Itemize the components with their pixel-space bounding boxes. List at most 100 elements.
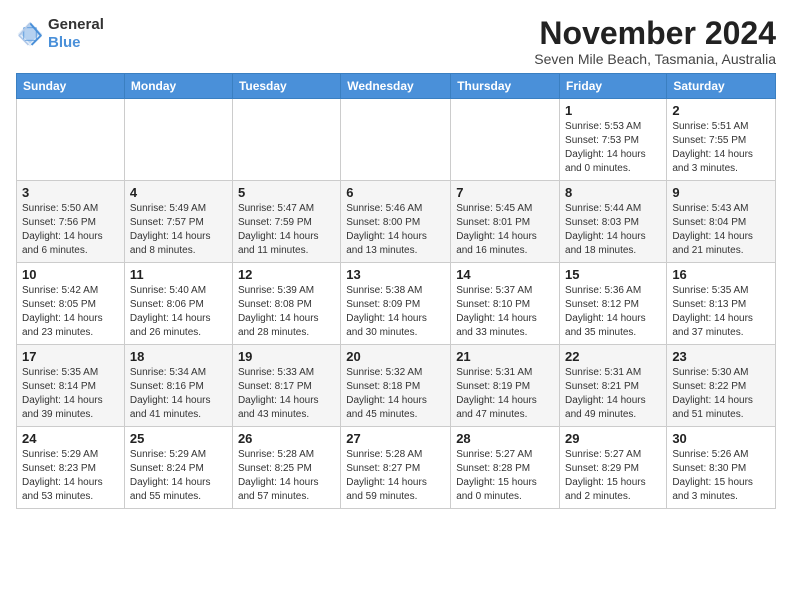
calendar-cell: 4 Sunrise: 5:49 AM Sunset: 7:57 PM Daylig… — [124, 181, 232, 263]
day-number: 21 — [456, 349, 554, 364]
calendar-cell: 26 Sunrise: 5:28 AM Sunset: 8:25 PM Dayli… — [232, 427, 340, 509]
day-info: Sunrise: 5:43 AM Sunset: 8:04 PM Dayligh… — [672, 202, 770, 258]
day-info: Sunrise: 5:29 AM Sunset: 8:24 PM Dayligh… — [130, 448, 227, 504]
calendar-cell: 15 Sunrise: 5:36 AM Sunset: 8:12 PM Dayli… — [560, 263, 667, 345]
calendar-cell: 19 Sunrise: 5:33 AM Sunset: 8:17 PM Dayli… — [232, 345, 340, 427]
day-info: Sunrise: 5:46 AM Sunset: 8:00 PM Dayligh… — [346, 202, 445, 258]
col-friday: Friday — [560, 74, 667, 99]
logo-icon — [16, 20, 44, 48]
day-info: Sunrise: 5:37 AM Sunset: 8:10 PM Dayligh… — [456, 284, 554, 340]
day-number: 11 — [130, 267, 227, 282]
calendar: Sunday Monday Tuesday Wednesday Thursday… — [16, 73, 776, 509]
day-number: 1 — [565, 103, 661, 118]
logo-text: General Blue — [48, 16, 104, 51]
day-info: Sunrise: 5:27 AM Sunset: 8:28 PM Dayligh… — [456, 448, 554, 504]
day-info: Sunrise: 5:35 AM Sunset: 8:14 PM Dayligh… — [22, 366, 119, 422]
day-info: Sunrise: 5:28 AM Sunset: 8:27 PM Dayligh… — [346, 448, 445, 504]
day-number: 29 — [565, 431, 661, 446]
day-info: Sunrise: 5:36 AM Sunset: 8:12 PM Dayligh… — [565, 284, 661, 340]
title-block: November 2024 Seven Mile Beach, Tasmania… — [534, 16, 776, 67]
day-number: 25 — [130, 431, 227, 446]
calendar-cell: 21 Sunrise: 5:31 AM Sunset: 8:19 PM Dayli… — [451, 345, 560, 427]
day-info: Sunrise: 5:45 AM Sunset: 8:01 PM Dayligh… — [456, 202, 554, 258]
calendar-cell — [124, 99, 232, 181]
day-info: Sunrise: 5:44 AM Sunset: 8:03 PM Dayligh… — [565, 202, 661, 258]
calendar-cell: 18Sunrise: 5:34 AM Sunset: 8:16 PM Dayli… — [124, 345, 232, 427]
day-info: Sunrise: 5:28 AM Sunset: 8:25 PM Dayligh… — [238, 448, 335, 504]
calendar-cell: 10 Sunrise: 5:42 AM Sunset: 8:05 PM Dayli… — [17, 263, 125, 345]
day-number: 28 — [456, 431, 554, 446]
calendar-cell: 29 Sunrise: 5:27 AM Sunset: 8:29 PM Dayli… — [560, 427, 667, 509]
calendar-cell: 30Sunrise: 5:26 AM Sunset: 8:30 PM Dayli… — [667, 427, 776, 509]
col-thursday: Thursday — [451, 74, 560, 99]
day-number: 16 — [672, 267, 770, 282]
day-info: Sunrise: 5:35 AM Sunset: 8:13 PM Dayligh… — [672, 284, 770, 340]
calendar-cell: 3Sunrise: 5:50 AM Sunset: 7:56 PM Daylig… — [17, 181, 125, 263]
day-number: 9 — [672, 185, 770, 200]
calendar-cell — [17, 99, 125, 181]
day-number: 10 — [22, 267, 119, 282]
day-info: Sunrise: 5:27 AM Sunset: 8:29 PM Dayligh… — [565, 448, 661, 504]
calendar-cell: 1 Sunrise: 5:53 AM Sunset: 7:53 PM Daylig… — [560, 99, 667, 181]
day-number: 8 — [565, 185, 661, 200]
day-info: Sunrise: 5:34 AM Sunset: 8:16 PM Dayligh… — [130, 366, 227, 422]
calendar-week-2: 3Sunrise: 5:50 AM Sunset: 7:56 PM Daylig… — [17, 181, 776, 263]
day-number: 5 — [238, 185, 335, 200]
logo-general: General — [48, 16, 104, 33]
calendar-cell: 14 Sunrise: 5:37 AM Sunset: 8:10 PM Dayli… — [451, 263, 560, 345]
calendar-cell: 22 Sunrise: 5:31 AM Sunset: 8:21 PM Dayli… — [560, 345, 667, 427]
logo: General Blue — [16, 16, 104, 51]
day-number: 15 — [565, 267, 661, 282]
col-saturday: Saturday — [667, 74, 776, 99]
calendar-cell: 27Sunrise: 5:28 AM Sunset: 8:27 PM Dayli… — [341, 427, 451, 509]
day-number: 19 — [238, 349, 335, 364]
calendar-cell: 24 Sunrise: 5:29 AM Sunset: 8:23 PM Dayli… — [17, 427, 125, 509]
calendar-cell: 16 Sunrise: 5:35 AM Sunset: 8:13 PM Dayli… — [667, 263, 776, 345]
calendar-week-4: 17 Sunrise: 5:35 AM Sunset: 8:14 PM Dayli… — [17, 345, 776, 427]
calendar-cell: 5 Sunrise: 5:47 AM Sunset: 7:59 PM Daylig… — [232, 181, 340, 263]
day-info: Sunrise: 5:51 AM Sunset: 7:55 PM Dayligh… — [672, 120, 770, 176]
calendar-cell: 2 Sunrise: 5:51 AM Sunset: 7:55 PM Daylig… — [667, 99, 776, 181]
day-info: Sunrise: 5:39 AM Sunset: 8:08 PM Dayligh… — [238, 284, 335, 340]
day-info: Sunrise: 5:30 AM Sunset: 8:22 PM Dayligh… — [672, 366, 770, 422]
day-info: Sunrise: 5:32 AM Sunset: 8:18 PM Dayligh… — [346, 366, 445, 422]
day-number: 7 — [456, 185, 554, 200]
col-wednesday: Wednesday — [341, 74, 451, 99]
col-tuesday: Tuesday — [232, 74, 340, 99]
day-info: Sunrise: 5:47 AM Sunset: 7:59 PM Dayligh… — [238, 202, 335, 258]
day-info: Sunrise: 5:29 AM Sunset: 8:23 PM Dayligh… — [22, 448, 119, 504]
day-number: 13 — [346, 267, 445, 282]
day-number: 20 — [346, 349, 445, 364]
day-info: Sunrise: 5:42 AM Sunset: 8:05 PM Dayligh… — [22, 284, 119, 340]
day-info: Sunrise: 5:31 AM Sunset: 8:19 PM Dayligh… — [456, 366, 554, 422]
col-sunday: Sunday — [17, 74, 125, 99]
day-info: Sunrise: 5:49 AM Sunset: 7:57 PM Dayligh… — [130, 202, 227, 258]
day-number: 2 — [672, 103, 770, 118]
day-number: 23 — [672, 349, 770, 364]
calendar-cell — [341, 99, 451, 181]
calendar-cell: 20 Sunrise: 5:32 AM Sunset: 8:18 PM Dayli… — [341, 345, 451, 427]
day-number: 6 — [346, 185, 445, 200]
calendar-cell: 7 Sunrise: 5:45 AM Sunset: 8:01 PM Daylig… — [451, 181, 560, 263]
day-info: Sunrise: 5:53 AM Sunset: 7:53 PM Dayligh… — [565, 120, 661, 176]
calendar-week-3: 10 Sunrise: 5:42 AM Sunset: 8:05 PM Dayli… — [17, 263, 776, 345]
day-info: Sunrise: 5:33 AM Sunset: 8:17 PM Dayligh… — [238, 366, 335, 422]
day-number: 22 — [565, 349, 661, 364]
day-number: 17 — [22, 349, 119, 364]
day-info: Sunrise: 5:31 AM Sunset: 8:21 PM Dayligh… — [565, 366, 661, 422]
day-number: 14 — [456, 267, 554, 282]
day-number: 26 — [238, 431, 335, 446]
col-monday: Monday — [124, 74, 232, 99]
calendar-cell: 13Sunrise: 5:38 AM Sunset: 8:09 PM Dayli… — [341, 263, 451, 345]
day-number: 4 — [130, 185, 227, 200]
calendar-cell: 23 Sunrise: 5:30 AM Sunset: 8:22 PM Dayli… — [667, 345, 776, 427]
calendar-cell — [451, 99, 560, 181]
calendar-week-1: 1 Sunrise: 5:53 AM Sunset: 7:53 PM Daylig… — [17, 99, 776, 181]
day-number: 24 — [22, 431, 119, 446]
day-number: 30 — [672, 431, 770, 446]
calendar-cell: 6 Sunrise: 5:46 AM Sunset: 8:00 PM Daylig… — [341, 181, 451, 263]
page-container: General Blue November 2024 Seven Mile Be… — [0, 0, 792, 517]
calendar-week-5: 24 Sunrise: 5:29 AM Sunset: 8:23 PM Dayli… — [17, 427, 776, 509]
calendar-cell: 25 Sunrise: 5:29 AM Sunset: 8:24 PM Dayli… — [124, 427, 232, 509]
subtitle: Seven Mile Beach, Tasmania, Australia — [534, 51, 776, 67]
